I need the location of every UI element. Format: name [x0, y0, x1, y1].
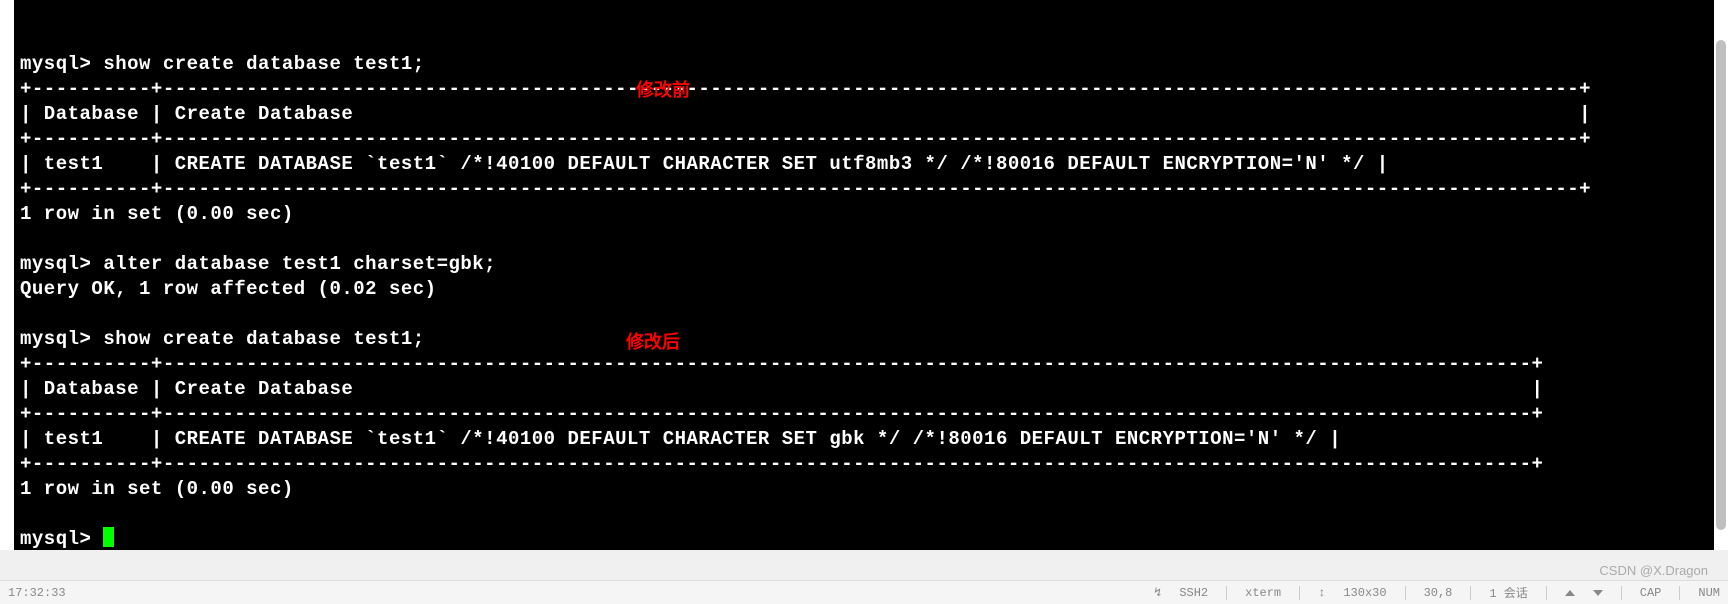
divider — [1621, 586, 1622, 600]
table-border: +----------+----------------------------… — [20, 128, 1591, 150]
divider — [1299, 586, 1300, 600]
arrow-up-icon — [1565, 590, 1575, 596]
table-border: +----------+----------------------------… — [20, 453, 1543, 475]
table-border: +----------+----------------------------… — [20, 78, 1591, 100]
annotation-before: 修改前 — [636, 76, 690, 102]
cmd-line: mysql> show create database test1; — [20, 328, 425, 350]
result-line: Query OK, 1 row affected (0.02 sec) — [20, 278, 437, 300]
status-size: 130x30 — [1343, 586, 1386, 600]
table-row: | test1 | CREATE DATABASE `test1` /*!401… — [20, 153, 1389, 175]
status-num: NUM — [1698, 586, 1720, 600]
scrollbar-left[interactable] — [0, 0, 14, 550]
terminal-output[interactable]: mysql> show create database test1; +----… — [14, 0, 1714, 550]
divider — [1226, 586, 1227, 600]
divider — [1546, 586, 1547, 600]
lightning-icon — [1154, 585, 1161, 600]
status-cap: CAP — [1640, 586, 1662, 600]
status-time: 17:32:33 — [8, 586, 66, 600]
table-header: | Database | Create Database | — [20, 378, 1543, 400]
watermark: CSDN @X.Dragon — [1599, 563, 1708, 578]
sort-icon — [1318, 586, 1325, 600]
scrollbar-right[interactable] — [1714, 0, 1728, 550]
table-border: +----------+----------------------------… — [20, 353, 1543, 375]
cmd-line: mysql> show create database test1; — [20, 53, 425, 75]
terminal-window: mysql> show create database test1; +----… — [14, 0, 1714, 550]
divider — [1470, 586, 1471, 600]
scroll-thumb[interactable] — [1716, 40, 1726, 530]
table-header: | Database | Create Database | — [20, 103, 1591, 125]
cursor — [103, 527, 114, 547]
divider — [1405, 586, 1406, 600]
table-border: +----------+----------------------------… — [20, 178, 1591, 200]
status-session: 1 会话 — [1489, 584, 1527, 601]
table-row: | test1 | CREATE DATABASE `test1` /*!401… — [20, 428, 1341, 450]
status-proto: SSH2 — [1179, 586, 1208, 600]
prompt: mysql> — [20, 528, 103, 550]
result-line: 1 row in set (0.00 sec) — [20, 203, 294, 225]
table-border: +----------+----------------------------… — [20, 403, 1543, 425]
cmd-line: mysql> alter database test1 charset=gbk; — [20, 253, 496, 275]
divider — [1679, 586, 1680, 600]
status-pos: 30,8 — [1424, 586, 1453, 600]
annotation-after: 修改后 — [626, 328, 680, 354]
result-line: 1 row in set (0.00 sec) — [20, 478, 294, 500]
arrow-down-icon — [1593, 590, 1603, 596]
status-bar: 17:32:33 SSH2 xterm 130x30 30,8 1 会话 CAP… — [0, 580, 1728, 604]
status-term: xterm — [1245, 586, 1281, 600]
